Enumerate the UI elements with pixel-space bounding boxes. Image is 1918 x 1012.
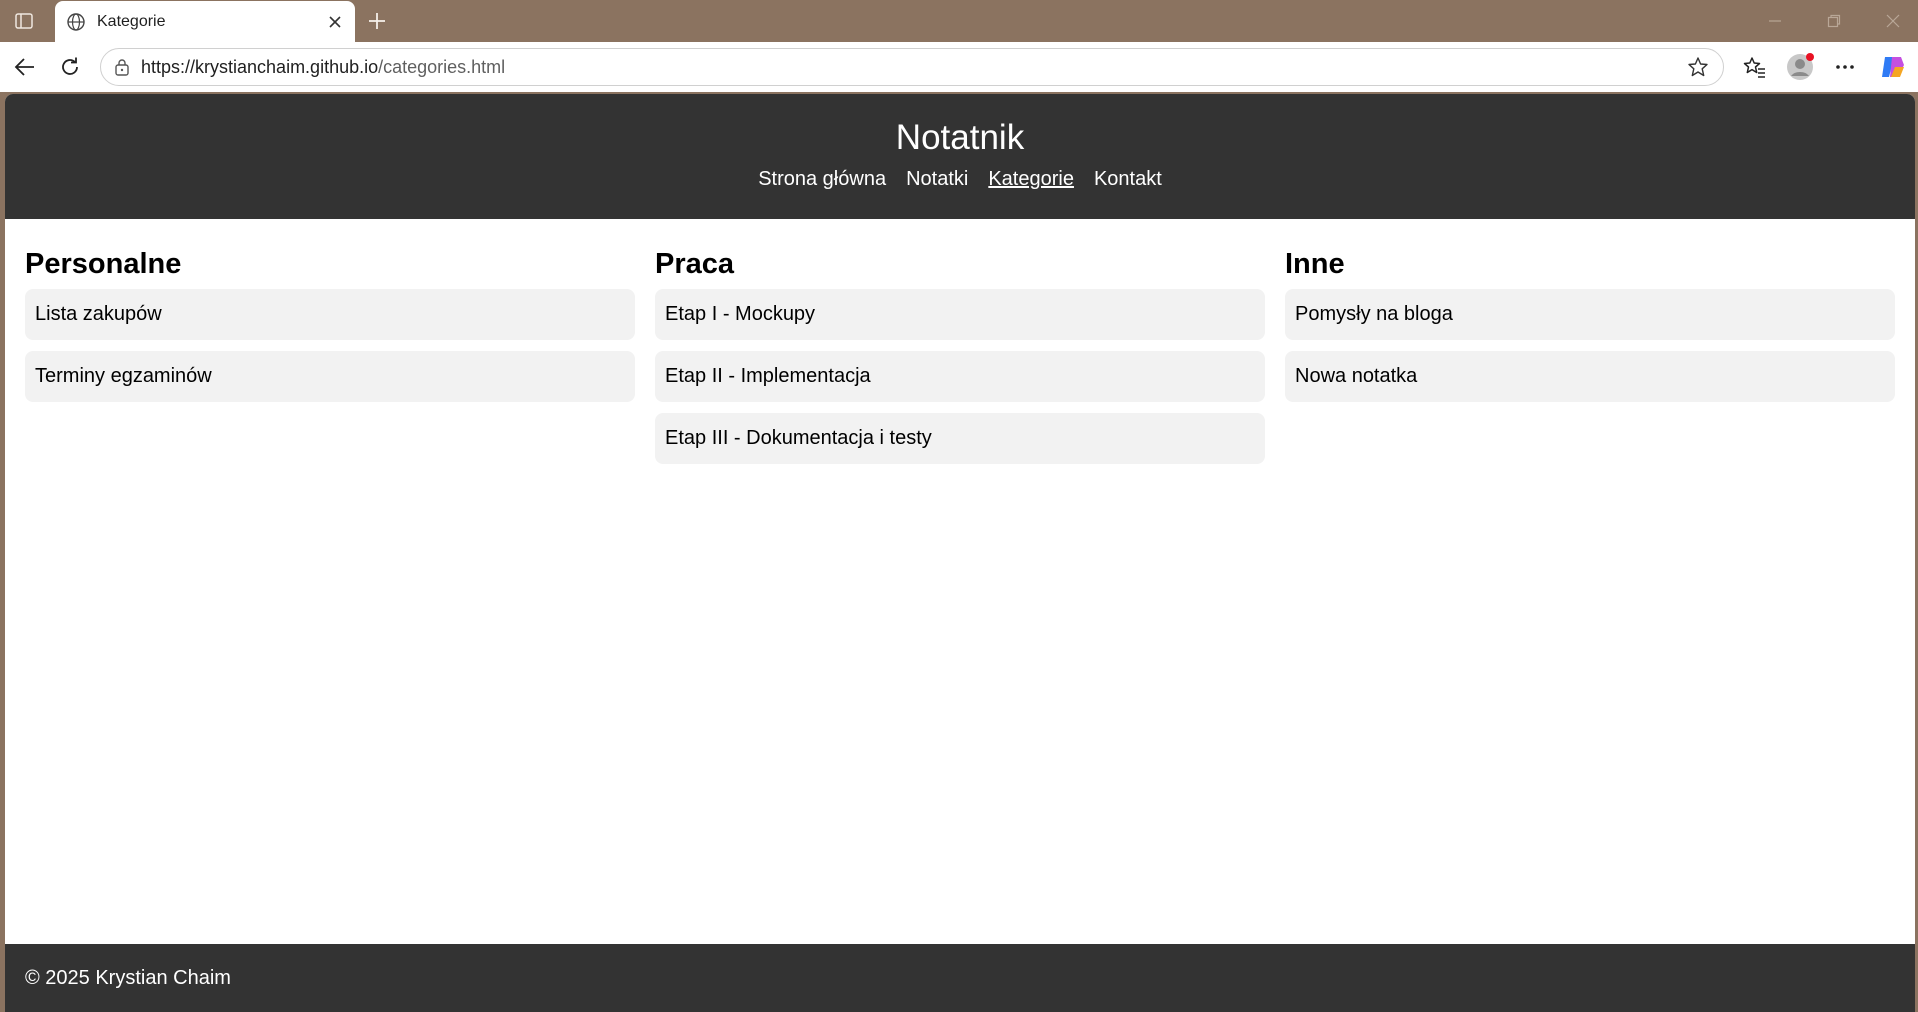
- lock-icon[interactable]: [111, 56, 133, 78]
- sidebar-icon[interactable]: [12, 10, 36, 32]
- star-icon[interactable]: [1685, 54, 1711, 80]
- note-card[interactable]: Pomysły na bloga: [1285, 289, 1895, 340]
- nav-link-categories[interactable]: Kategorie: [988, 168, 1074, 191]
- category-work: Praca Etap I - Mockupy Etap II - Impleme…: [655, 239, 1265, 475]
- browser-tab[interactable]: Kategorie: [55, 1, 355, 42]
- nav-link-notes[interactable]: Notatki: [906, 168, 968, 191]
- globe-icon: [65, 11, 87, 33]
- more-icon[interactable]: [1830, 52, 1860, 82]
- nav-link-contact[interactable]: Kontakt: [1094, 168, 1162, 191]
- footer-copyright: © 2025 Krystian Chaim: [25, 966, 231, 989]
- site-footer: © 2025 Krystian Chaim: [5, 944, 1915, 1012]
- restore-icon[interactable]: [1821, 8, 1847, 34]
- categories-container: Personalne Lista zakupów Terminy egzamin…: [5, 219, 1915, 475]
- back-icon[interactable]: [10, 52, 40, 82]
- site-title: Notatnik: [895, 118, 1025, 157]
- browser-toolbar: https://krystianchaim.github.io/categori…: [0, 42, 1918, 92]
- main-nav: Strona główna Notatki Kategorie Kontakt: [5, 168, 1915, 191]
- favorites-icon[interactable]: [1740, 52, 1770, 82]
- close-icon[interactable]: [325, 12, 345, 32]
- copilot-icon[interactable]: [1878, 52, 1908, 82]
- nav-link-home[interactable]: Strona główna: [758, 168, 886, 191]
- window-close-icon[interactable]: [1880, 8, 1906, 34]
- category-personal: Personalne Lista zakupów Terminy egzamin…: [25, 239, 635, 475]
- note-card[interactable]: Nowa notatka: [1285, 351, 1895, 402]
- note-card[interactable]: Etap III - Dokumentacja i testy: [655, 413, 1265, 464]
- note-card[interactable]: Terminy egzaminów: [25, 351, 635, 402]
- url-host: https://krystianchaim.github.io: [141, 56, 379, 77]
- note-card[interactable]: Lista zakupów: [25, 289, 635, 340]
- address-bar[interactable]: https://krystianchaim.github.io/categori…: [100, 48, 1724, 86]
- browser-tab-strip: Kategorie: [0, 0, 1918, 42]
- profile-icon[interactable]: [1785, 52, 1815, 82]
- url-path: /categories.html: [378, 56, 506, 77]
- page-viewport: Notatnik Strona główna Notatki Kategorie…: [5, 94, 1915, 1012]
- note-card[interactable]: Etap II - Implementacja: [655, 351, 1265, 402]
- tab-title: Kategorie: [97, 12, 166, 30]
- plus-icon[interactable]: [364, 8, 390, 34]
- site-header: Notatnik Strona główna Notatki Kategorie…: [5, 94, 1915, 219]
- refresh-icon[interactable]: [55, 52, 85, 82]
- category-other: Inne Pomysły na bloga Nowa notatka: [1285, 239, 1895, 475]
- url-text: https://krystianchaim.github.io/categori…: [141, 57, 1685, 78]
- note-card[interactable]: Etap I - Mockupy: [655, 289, 1265, 340]
- category-heading: Inne: [1285, 248, 1345, 280]
- category-heading: Personalne: [25, 248, 182, 280]
- category-heading: Praca: [655, 248, 735, 280]
- minimize-icon[interactable]: [1762, 8, 1788, 34]
